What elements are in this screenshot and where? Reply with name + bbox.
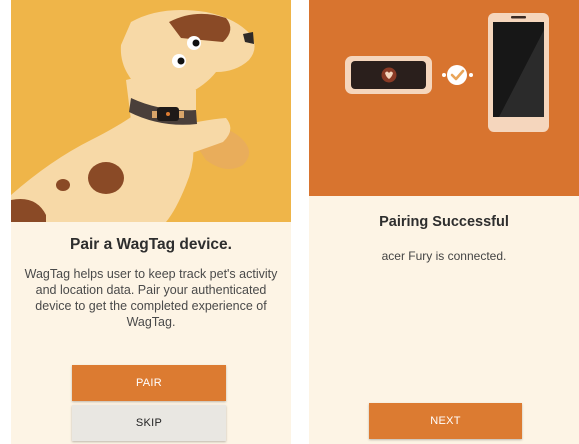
dog-spot — [56, 179, 70, 191]
dog-pupil — [192, 39, 200, 47]
success-hero — [309, 0, 579, 196]
check-icon — [447, 65, 467, 85]
smartphone-icon — [488, 13, 549, 132]
pair-title: Pair a WagTag device. — [70, 236, 232, 253]
pair-screen: Pair a WagTag device. WagTag helps user … — [11, 0, 291, 444]
wagtag-device-icon — [345, 56, 432, 94]
next-button-label: NEXT — [430, 415, 461, 427]
connector-dot — [469, 73, 473, 77]
skip-button-label: SKIP — [135, 417, 163, 429]
next-button[interactable]: NEXT — [369, 403, 522, 439]
collar-clip — [152, 111, 157, 118]
pair-button[interactable]: PAIR — [72, 365, 226, 401]
collar-clip — [179, 111, 184, 118]
connector-dot — [442, 73, 446, 77]
dog-illustration — [11, 9, 255, 222]
pairing-illustration — [345, 13, 549, 132]
pair-button-label: PAIR — [135, 377, 163, 389]
dog-pupil — [177, 57, 185, 65]
tag-led — [166, 112, 170, 116]
success-title: Pairing Successful — [379, 214, 509, 230]
connection-status: acer Fury is connected. — [381, 249, 507, 263]
skip-button[interactable]: SKIP — [72, 405, 226, 441]
dog-spot — [88, 162, 124, 194]
pair-description: WagTag helps user to keep track pet's ac… — [24, 267, 278, 329]
app-stage: Pair a WagTag device. WagTag helps user … — [0, 0, 579, 444]
pairing-success-screen: Pairing Successful acer Fury is connecte… — [309, 0, 579, 444]
pair-hero — [11, 0, 291, 222]
